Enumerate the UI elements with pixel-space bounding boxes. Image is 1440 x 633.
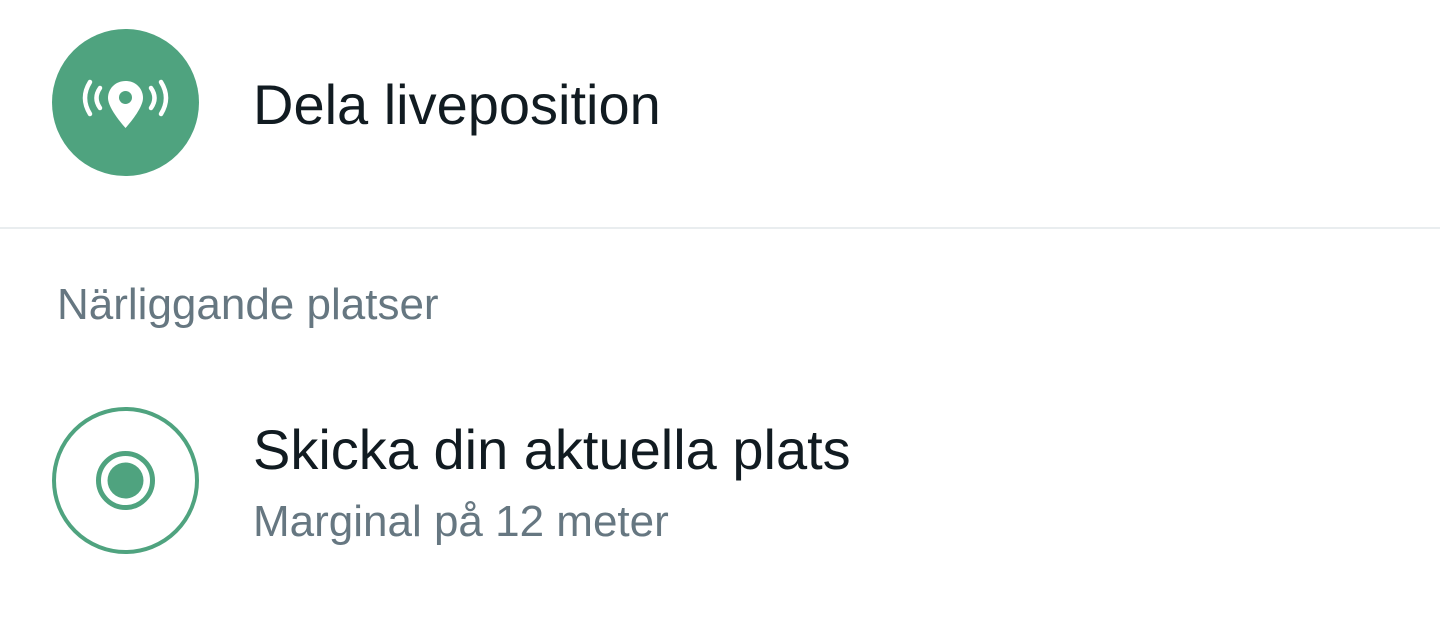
live-location-icon xyxy=(52,29,199,176)
nearby-places-header: Närliggande platser xyxy=(57,280,439,329)
location-accuracy-text: Marginal på 12 meter xyxy=(253,497,669,546)
share-live-location-label: Dela liveposition xyxy=(253,73,661,136)
current-location-icon xyxy=(52,407,199,554)
share-live-location-row[interactable]: Dela liveposition xyxy=(0,0,1440,228)
divider xyxy=(0,227,1440,229)
send-current-location-title: Skicka din aktuella plats xyxy=(253,418,851,481)
send-current-location-row[interactable]: Skicka din aktuella plats Marginal på 12… xyxy=(0,380,1440,580)
